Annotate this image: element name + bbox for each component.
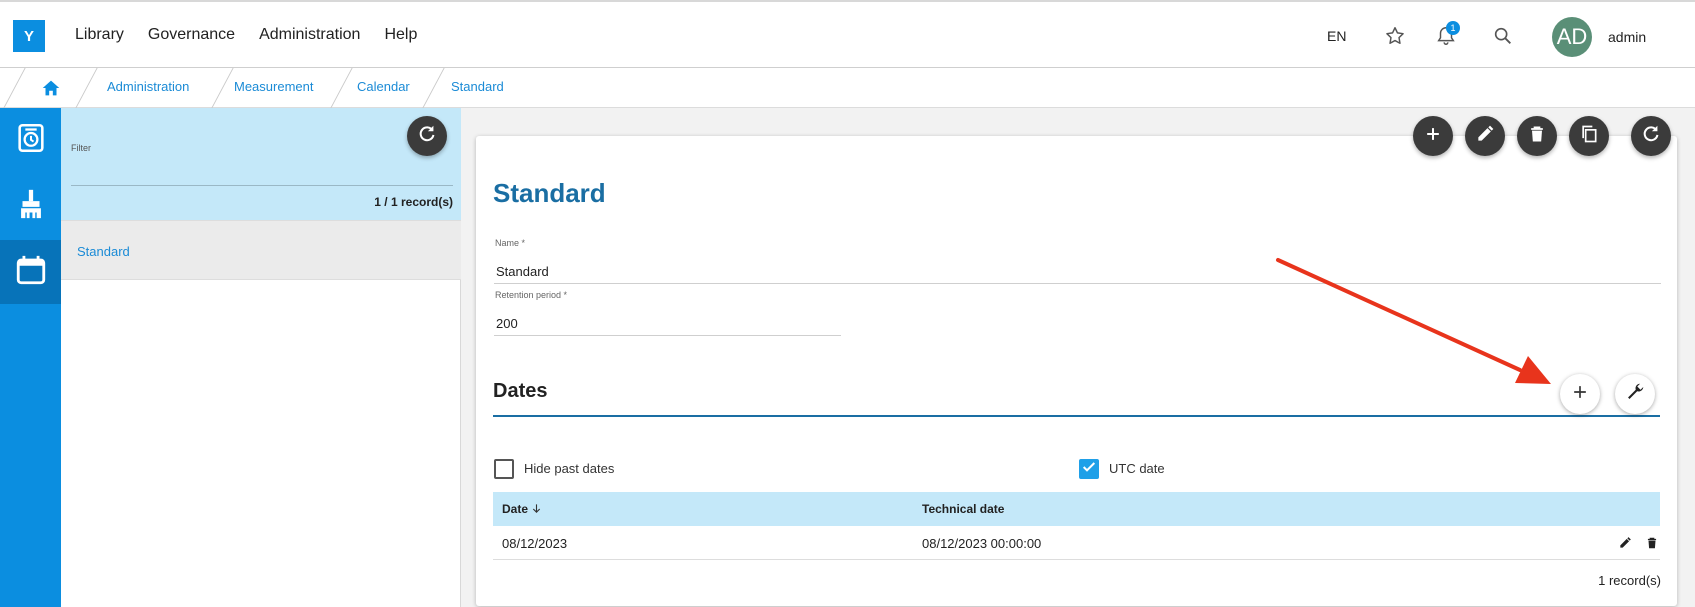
- filter-input[interactable]: [71, 185, 453, 186]
- username[interactable]: admin: [1608, 29, 1646, 45]
- breadcrumb-separator: [422, 68, 445, 108]
- breadcrumb-item-administration[interactable]: Administration: [107, 79, 189, 94]
- app-logo[interactable]: Y: [13, 20, 45, 52]
- language-selector[interactable]: EN: [1327, 28, 1346, 44]
- broom-icon: [14, 187, 48, 226]
- dates-table-header: Date Technical date: [493, 492, 1660, 526]
- date-tools-button[interactable]: [1615, 374, 1655, 414]
- hide-past-dates-label: Hide past dates: [524, 461, 615, 476]
- add-button[interactable]: [1413, 116, 1453, 156]
- notification-badge: 1: [1446, 21, 1460, 35]
- delete-icon: [1527, 124, 1547, 149]
- calendar-icon: [14, 253, 48, 292]
- breadcrumb-separator: [75, 68, 98, 108]
- list-item-label: Standard: [77, 244, 130, 259]
- breadcrumb-separator: [211, 68, 234, 108]
- home-icon[interactable]: [40, 77, 62, 99]
- add-icon: [1570, 382, 1590, 407]
- main-nav: Library Governance Administration Help: [75, 26, 441, 44]
- search-icon[interactable]: [1491, 24, 1515, 48]
- retention-field[interactable]: 200: [496, 316, 518, 331]
- refresh-icon: [416, 123, 438, 150]
- detail-card: Standard Name * Standard Retention perio…: [476, 136, 1677, 606]
- add-icon: [1423, 124, 1443, 149]
- dates-section-divider: [493, 415, 1660, 417]
- breadcrumb-separator: [330, 68, 353, 108]
- utc-date-label: UTC date: [1109, 461, 1165, 476]
- column-header-date[interactable]: Date: [502, 502, 542, 516]
- hide-past-dates-checkbox[interactable]: [494, 459, 514, 479]
- rail-item-measurement[interactable]: [0, 108, 61, 172]
- record-count: 1 / 1 record(s): [374, 195, 453, 209]
- detail-area: Standard Name * Standard Retention perio…: [461, 108, 1695, 607]
- side-rail: [0, 108, 61, 607]
- utc-date-checkbox[interactable]: [1079, 459, 1099, 479]
- star-icon[interactable]: [1383, 24, 1407, 48]
- date-cell: 08/12/2023: [502, 536, 568, 551]
- breadcrumb: Administration Measurement Calendar Stan…: [0, 68, 1695, 108]
- breadcrumb-item-measurement[interactable]: Measurement: [234, 79, 313, 94]
- breadcrumb-separator: [3, 68, 26, 108]
- refresh-icon: [1640, 123, 1662, 150]
- breadcrumb-item-calendar[interactable]: Calendar: [357, 79, 410, 94]
- page-title: Standard: [493, 178, 606, 208]
- refresh-list-button[interactable]: [407, 116, 447, 156]
- add-date-button[interactable]: [1560, 374, 1600, 414]
- nav-item-administration[interactable]: Administration: [259, 26, 360, 44]
- copy-icon: [1579, 124, 1599, 149]
- nav-item-help[interactable]: Help: [384, 26, 417, 44]
- filter-box: Filter 1 / 1 record(s): [61, 108, 461, 220]
- name-label: Name *: [495, 238, 526, 248]
- nav-item-library[interactable]: Library: [75, 26, 124, 44]
- delete-button[interactable]: [1517, 116, 1557, 156]
- sort-arrow-icon: [531, 502, 542, 516]
- refresh-button[interactable]: [1631, 116, 1671, 156]
- dates-record-count: 1 record(s): [1598, 573, 1661, 588]
- name-field[interactable]: Standard: [496, 264, 549, 279]
- dates-section-title: Dates: [493, 380, 548, 402]
- rail-item-cleanup[interactable]: [0, 174, 61, 238]
- list-item[interactable]: Standard: [61, 220, 461, 280]
- rail-item-calendar[interactable]: [0, 240, 61, 304]
- timer-icon: [14, 121, 48, 160]
- edit-row-icon[interactable]: [1617, 535, 1633, 551]
- retention-label: Retention period *: [495, 290, 568, 300]
- delete-row-icon[interactable]: [1644, 535, 1660, 551]
- technical-date-cell: 08/12/2023 00:00:00: [922, 536, 1042, 551]
- copy-button[interactable]: [1569, 116, 1609, 156]
- edit-button[interactable]: [1465, 116, 1505, 156]
- breadcrumb-item-standard[interactable]: Standard: [451, 79, 504, 94]
- edit-icon: [1475, 124, 1495, 149]
- retention-field-underline: [494, 335, 841, 336]
- table-row[interactable]: 08/12/2023 08/12/2023 00:00:00: [493, 526, 1660, 560]
- filter-label: Filter: [71, 143, 91, 153]
- wrench-icon: [1624, 381, 1646, 408]
- list-panel: Filter 1 / 1 record(s) Standard: [61, 108, 461, 607]
- column-header-technical-date[interactable]: Technical date: [922, 502, 1004, 516]
- name-field-underline: [494, 283, 1661, 284]
- check-icon: [1081, 459, 1097, 480]
- avatar[interactable]: AD: [1552, 17, 1592, 57]
- top-bar: Y Library Governance Administration Help…: [0, 0, 1695, 68]
- nav-item-governance[interactable]: Governance: [148, 26, 235, 44]
